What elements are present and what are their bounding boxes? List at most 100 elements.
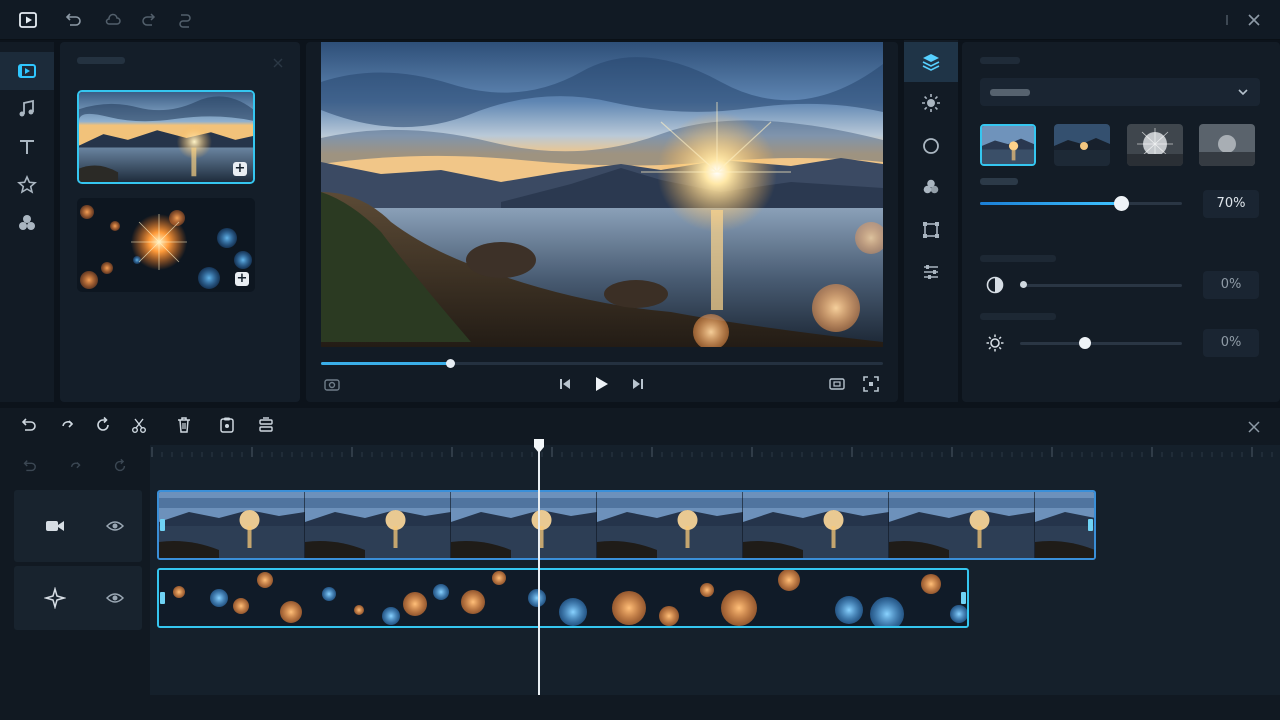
- filter-dropdown[interactable]: [980, 78, 1260, 106]
- tool-adjust[interactable]: [904, 83, 958, 123]
- contrast-value[interactable]: 0%: [1203, 271, 1259, 299]
- media-panel: + +: [60, 42, 300, 402]
- filmstrip-frame: [889, 492, 1035, 558]
- dropdown-value-placeholder: [990, 89, 1030, 96]
- fullscreen-icon[interactable]: [862, 375, 880, 393]
- aspect-ratio-icon[interactable]: [828, 375, 846, 393]
- scrubber-handle[interactable]: [446, 359, 456, 368]
- tool-mask[interactable]: [904, 126, 958, 166]
- star-icon: [17, 175, 37, 194]
- scrubber-progress: [321, 362, 451, 365]
- filmstrip-frame: [305, 492, 451, 558]
- filmstrip-frame: [451, 492, 597, 558]
- filter-thumbnail: [1054, 124, 1110, 166]
- video-preview[interactable]: [321, 42, 883, 347]
- timeline-ruler[interactable]: [150, 445, 1280, 459]
- rail-item-text[interactable]: [0, 128, 54, 166]
- snapshot-icon[interactable]: [323, 375, 341, 393]
- loop-icon[interactable]: [112, 458, 128, 474]
- play-icon[interactable]: [592, 375, 610, 393]
- media-item-bokeh-lights[interactable]: +: [77, 198, 255, 292]
- brightness-icon: [922, 94, 940, 112]
- freeze-frame-icon[interactable]: [218, 416, 236, 434]
- sparkle-icon: [43, 586, 67, 610]
- filter-thumbnail: [1127, 124, 1183, 166]
- add-to-timeline-button[interactable]: +: [235, 272, 249, 286]
- timeline-close-icon[interactable]: [1246, 419, 1262, 435]
- opacity-label-placeholder: [980, 178, 1018, 185]
- close-icon[interactable]: [1245, 11, 1263, 29]
- playhead-handle[interactable]: [533, 438, 545, 454]
- import-icon[interactable]: [64, 11, 82, 29]
- add-to-timeline-button[interactable]: +: [233, 162, 247, 176]
- contrast-label-placeholder: [980, 255, 1056, 262]
- undo-icon[interactable]: [19, 416, 37, 434]
- group-icon[interactable]: [257, 416, 275, 434]
- panel-title-placeholder: [77, 57, 125, 64]
- filmstrip-frame: [597, 492, 743, 558]
- clip-trim-start-handle[interactable]: [160, 519, 165, 531]
- filter-preset-mono[interactable]: [1199, 124, 1255, 166]
- media-item-sunset-lake[interactable]: +: [77, 90, 255, 184]
- skip-forward-icon[interactable]: [629, 375, 647, 393]
- tool-layers[interactable]: [904, 42, 958, 82]
- tool-settings[interactable]: [904, 252, 958, 292]
- more-vert-icon[interactable]: [1218, 11, 1236, 29]
- sunset-lake-thumbnail: [79, 92, 253, 182]
- redo-icon[interactable]: [59, 416, 77, 434]
- eye-icon[interactable]: [105, 589, 125, 607]
- clip-trim-start-handle[interactable]: [160, 592, 165, 604]
- loop-icon[interactable]: [94, 416, 112, 434]
- redo-icon[interactable]: [68, 458, 84, 474]
- brightness-slider[interactable]: [1020, 337, 1182, 349]
- effects-clip-bokeh[interactable]: [157, 568, 969, 628]
- rail-item-effects[interactable]: [0, 204, 54, 242]
- video-track-header: [14, 490, 142, 562]
- filter-thumbnail: [1199, 124, 1255, 166]
- left-tool-rail: [0, 42, 54, 402]
- opacity-slider[interactable]: [980, 196, 1182, 211]
- tool-color[interactable]: [904, 167, 958, 207]
- delete-icon[interactable]: [175, 416, 193, 434]
- bokeh-lights-thumbnail: [77, 198, 255, 292]
- crop-icon: [923, 222, 939, 238]
- redo-icon[interactable]: [140, 11, 158, 29]
- video-editor-app: + + 70% 0% 0%: [0, 0, 1280, 720]
- video-clip-sunset-lake[interactable]: [157, 490, 1096, 560]
- rail-item-audio[interactable]: [0, 90, 54, 128]
- sliders-icon: [924, 265, 938, 279]
- filter-preset-original[interactable]: [980, 124, 1036, 166]
- opacity-slider-fill: [980, 202, 1122, 205]
- clip-trim-end-handle[interactable]: [961, 592, 966, 604]
- effects-track-header: [14, 566, 142, 630]
- opacity-value[interactable]: 70%: [1203, 190, 1259, 218]
- app-logo-icon[interactable]: [19, 11, 37, 29]
- contrast-icon: [985, 275, 1005, 295]
- rail-item-video[interactable]: [0, 52, 54, 90]
- rail-item-stickers[interactable]: [0, 166, 54, 204]
- clip-trim-end-handle[interactable]: [1088, 519, 1093, 531]
- filter-preset-dark[interactable]: [1054, 124, 1110, 166]
- timeline-panel: [0, 408, 1280, 720]
- filter-preset-mono-bright[interactable]: [1127, 124, 1183, 166]
- eye-icon[interactable]: [105, 517, 125, 535]
- preview-scrubber[interactable]: [321, 359, 883, 368]
- contrast-slider-handle[interactable]: [1020, 281, 1027, 288]
- chevron-down-icon: [1236, 84, 1250, 98]
- effects-icon: [19, 215, 35, 230]
- skip-back-icon[interactable]: [556, 375, 574, 393]
- cloud-icon[interactable]: [104, 11, 122, 29]
- panel-close-icon[interactable]: [272, 54, 284, 68]
- split-icon[interactable]: [130, 416, 148, 434]
- top-bar: [0, 0, 1280, 40]
- contrast-slider[interactable]: [1020, 281, 1182, 288]
- text-icon: [20, 140, 34, 154]
- properties-tool-rail: [904, 40, 958, 402]
- tool-crop[interactable]: [904, 210, 958, 250]
- opacity-slider-handle[interactable]: [1113, 196, 1129, 211]
- brightness-value[interactable]: 0%: [1203, 329, 1259, 357]
- sync-icon[interactable]: [176, 11, 194, 29]
- panel-title-placeholder: [980, 57, 1020, 64]
- brightness-slider-handle[interactable]: [1078, 337, 1091, 349]
- undo-icon[interactable]: [21, 458, 37, 474]
